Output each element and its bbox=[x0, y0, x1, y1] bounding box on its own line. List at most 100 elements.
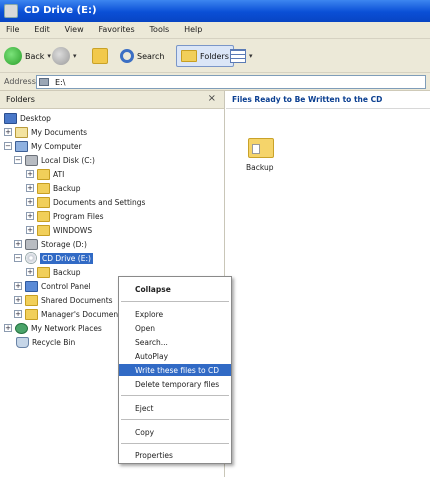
menu-item-write-to-cd[interactable]: Write these files to CD bbox=[119, 364, 231, 376]
tree-label: Backup bbox=[53, 183, 81, 193]
close-icon[interactable]: × bbox=[208, 93, 216, 104]
menu-item-explore[interactable]: Explore bbox=[119, 308, 231, 320]
tree-node-shared-documents[interactable]: + Shared Documents bbox=[14, 293, 113, 307]
menu-item-properties[interactable]: Properties bbox=[119, 449, 231, 461]
chevron-down-icon: ▾ bbox=[47, 52, 51, 60]
tree-node-backup[interactable]: + Backup bbox=[26, 181, 81, 195]
tree-node-recycle-bin[interactable]: Recycle Bin bbox=[16, 335, 75, 349]
views-button[interactable]: ▾ bbox=[230, 45, 253, 67]
tree-node-cd-drive-e[interactable]: − CD Drive (E:) bbox=[14, 251, 93, 265]
tree-node-documents-and-settings[interactable]: + Documents and Settings bbox=[26, 195, 145, 209]
expand-toggle[interactable]: + bbox=[26, 212, 34, 220]
search-label: Search bbox=[137, 51, 165, 61]
tree-node-my-documents[interactable]: + My Documents bbox=[4, 125, 87, 139]
expand-toggle[interactable]: + bbox=[26, 268, 34, 276]
forward-button[interactable]: ▾ bbox=[52, 45, 77, 67]
tree-label: Shared Documents bbox=[41, 295, 113, 305]
menu-item-eject[interactable]: Eject bbox=[119, 402, 231, 414]
back-button[interactable]: Back ▾ bbox=[4, 45, 51, 67]
up-button[interactable] bbox=[92, 45, 108, 67]
expand-toggle[interactable]: + bbox=[14, 282, 22, 290]
tree-node-cd-backup[interactable]: + Backup bbox=[26, 265, 81, 279]
file-item-label[interactable]: Backup bbox=[246, 163, 274, 172]
folder-icon[interactable] bbox=[248, 138, 274, 158]
content-pane: Files Ready to Be Written to the CD Back… bbox=[226, 91, 430, 477]
collapse-toggle[interactable]: − bbox=[14, 254, 22, 262]
folders-icon bbox=[181, 50, 197, 62]
tree-node-my-network-places[interactable]: + My Network Places bbox=[4, 321, 102, 335]
expand-toggle[interactable]: + bbox=[26, 198, 34, 206]
menu-item-delete-temp-files[interactable]: Delete temporary files bbox=[119, 378, 231, 390]
toolbar: Back ▾ ▾ Search Folders ▾ bbox=[0, 39, 430, 73]
tree-label: My Documents bbox=[31, 127, 88, 137]
menu-file[interactable]: File bbox=[0, 22, 25, 34]
tree-node-program-files[interactable]: + Program Files bbox=[26, 209, 104, 223]
control-panel-icon bbox=[25, 280, 38, 292]
tree-label: Backup bbox=[53, 267, 81, 277]
menu-favorites[interactable]: Favorites bbox=[93, 22, 141, 34]
menu-item-autoplay[interactable]: AutoPlay bbox=[119, 350, 231, 362]
tree-node-windows[interactable]: + WINDOWS bbox=[26, 223, 92, 237]
disk-icon bbox=[25, 238, 38, 250]
menu-view[interactable]: View bbox=[59, 22, 90, 34]
tree-label: My Network Places bbox=[31, 323, 102, 333]
title-bar: CD Drive (E:) bbox=[0, 0, 430, 22]
tree-node-storage-d[interactable]: + Storage (D:) bbox=[14, 237, 87, 251]
menu-item-copy[interactable]: Copy bbox=[119, 426, 231, 438]
tree-node-desktop[interactable]: Desktop bbox=[4, 111, 51, 125]
folder-icon bbox=[37, 182, 50, 194]
folder-icon bbox=[37, 196, 50, 208]
tree-node-control-panel[interactable]: + Control Panel bbox=[14, 279, 91, 293]
menu-tools[interactable]: Tools bbox=[144, 22, 176, 34]
address-label: Address bbox=[4, 77, 36, 86]
tree-node-ati[interactable]: + ATI bbox=[26, 167, 64, 181]
collapse-toggle[interactable]: − bbox=[14, 156, 22, 164]
expand-toggle[interactable]: + bbox=[26, 184, 34, 192]
context-menu: Collapse Explore Open Search... AutoPlay… bbox=[118, 276, 232, 464]
folders-button[interactable]: Folders bbox=[176, 45, 234, 67]
search-button[interactable]: Search bbox=[120, 45, 164, 67]
back-arrow-icon bbox=[4, 47, 22, 65]
tree-node-my-computer[interactable]: − My Computer bbox=[4, 139, 82, 153]
menu-separator bbox=[121, 301, 229, 302]
back-label: Back bbox=[25, 51, 45, 61]
forward-arrow-icon bbox=[52, 47, 70, 65]
menu-edit[interactable]: Edit bbox=[28, 22, 56, 34]
expand-toggle[interactable]: + bbox=[4, 128, 12, 136]
expand-toggle[interactable]: + bbox=[14, 310, 22, 318]
expand-toggle[interactable]: + bbox=[14, 296, 22, 304]
recycle-bin-icon bbox=[16, 336, 29, 348]
tree-label: CD Drive (E:) bbox=[40, 252, 93, 264]
tree-label: Local Disk (C:) bbox=[41, 155, 95, 165]
folder-icon bbox=[37, 266, 50, 278]
expand-toggle[interactable]: + bbox=[4, 324, 12, 332]
computer-icon bbox=[15, 140, 28, 152]
expand-toggle[interactable]: + bbox=[14, 240, 22, 248]
tree-node-local-disk-c[interactable]: − Local Disk (C:) bbox=[14, 153, 95, 167]
tree-node-managers-documents[interactable]: + Manager's Documents bbox=[14, 307, 125, 321]
menu-item-search[interactable]: Search... bbox=[119, 336, 231, 348]
expand-toggle[interactable]: + bbox=[26, 226, 34, 234]
collapse-toggle[interactable]: − bbox=[4, 142, 12, 150]
menu-item-open[interactable]: Open bbox=[119, 322, 231, 334]
folders-label: Folders bbox=[200, 51, 229, 61]
tree-label: ATI bbox=[53, 169, 65, 179]
cd-drive-icon bbox=[4, 4, 18, 18]
tree-label: Storage (D:) bbox=[41, 239, 87, 249]
folders-pane-title: Folders bbox=[6, 95, 35, 104]
expand-toggle[interactable]: + bbox=[26, 170, 34, 178]
tree-label: Manager's Documents bbox=[41, 309, 125, 319]
tree-label: Program Files bbox=[53, 211, 104, 221]
menu-help[interactable]: Help bbox=[178, 22, 208, 34]
disk-icon bbox=[25, 154, 38, 166]
cd-drive-icon bbox=[25, 252, 37, 264]
tree-label: Control Panel bbox=[41, 281, 91, 291]
menu-bar: File Edit View Favorites Tools Help bbox=[0, 22, 430, 39]
address-field[interactable]: E:\ bbox=[36, 75, 426, 89]
menu-separator bbox=[121, 443, 229, 444]
folders-pane-header: Folders × bbox=[0, 91, 224, 109]
window-title: CD Drive (E:) bbox=[24, 5, 97, 16]
menu-item-collapse[interactable]: Collapse bbox=[119, 283, 231, 295]
tree-label: Recycle Bin bbox=[32, 337, 76, 347]
menu-separator bbox=[121, 395, 229, 396]
